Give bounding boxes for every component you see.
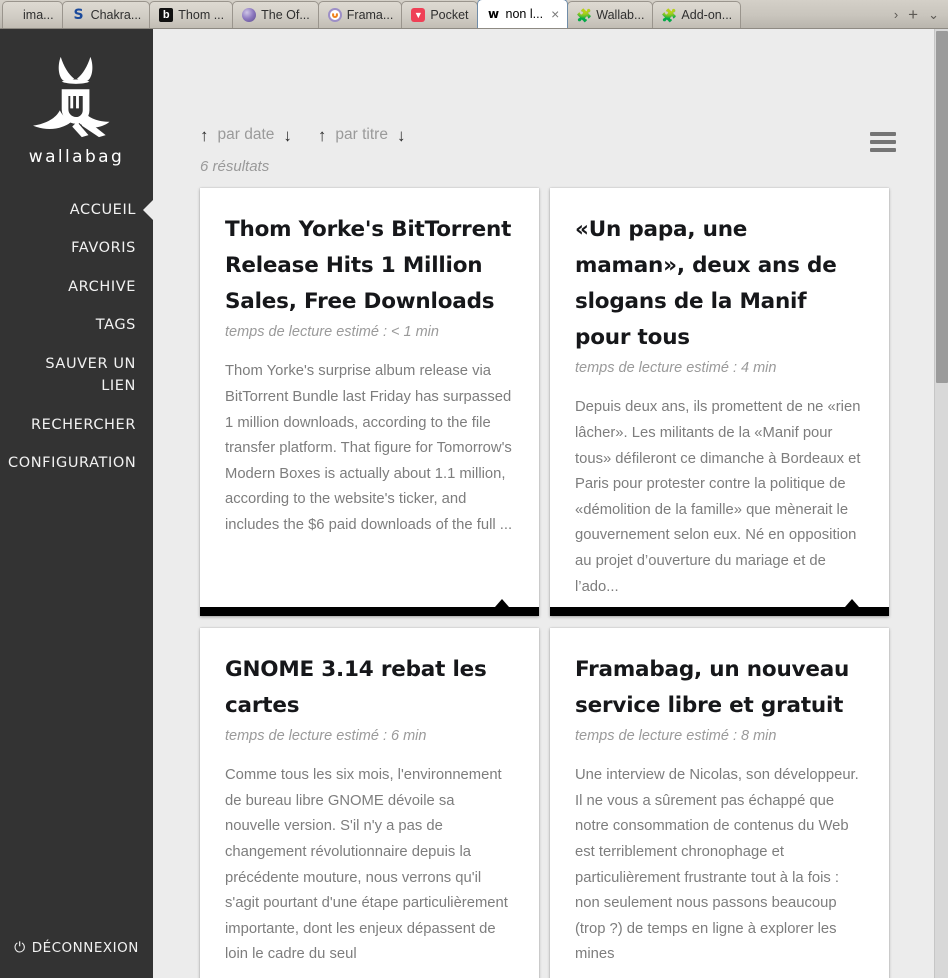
new-tab-icon[interactable]: + (908, 6, 918, 23)
sort-toolbar: ↑ par date ↓ ↑ par titre ↓ (153, 29, 934, 152)
browser-tab[interactable]: 🧩 Wallab... (567, 1, 654, 28)
sidebar-item-accueil[interactable]: ACCUEIL (0, 191, 153, 229)
entry-excerpt: Comme tous les six mois, l'environnement… (225, 767, 508, 963)
hamburger-menu-icon[interactable] (870, 132, 896, 152)
sidebar-item-sauver-un-lien[interactable]: SAUVER UN LIEN (0, 345, 153, 406)
browser-tab-label: Wallab... (596, 8, 645, 22)
sidebar-item-configuration[interactable]: CONFIGURATION (0, 444, 153, 482)
entry-title[interactable]: «Un papa, une maman», deux ans de slogan… (575, 212, 863, 356)
browser-tab[interactable]: 🧩 Add-on... (652, 1, 742, 28)
sidebar-item-label: SAUVER UN LIEN (45, 355, 136, 395)
list-all-tabs-icon[interactable]: ⌄ (928, 7, 939, 23)
entry-title[interactable]: GNOME 3.14 rebat les cartes (225, 652, 513, 724)
sidebar-item-tags[interactable]: TAGS (0, 306, 153, 344)
entry-card-list: Thom Yorke's BitTorrent Release Hits 1 M… (153, 188, 934, 978)
browser-tab[interactable]: ima... (2, 1, 63, 28)
purple-orb-icon (242, 8, 257, 22)
sidebar-item-label: RECHERCHER (30, 416, 136, 433)
sidebar-item-label: CONFIGURATION (8, 455, 137, 472)
sidebar: wallabag ACCUEIL FAVORIS ARCHIVE TAGS SAUVER… (0, 29, 153, 978)
browser-tab-active[interactable]: w non l... × (476, 0, 569, 28)
puzzle-icon: 🧩 (661, 7, 678, 23)
entry-title[interactable]: Framabag, un nouveau service libre et gr… (575, 652, 863, 724)
browser-tab[interactable]: ▼ Pocket (401, 1, 478, 28)
browser-tab-label: The Of... (261, 8, 310, 22)
results-count: 6 résultats (200, 158, 270, 175)
entry-card-footer (550, 599, 889, 616)
sort-date-asc-icon[interactable]: ↑ (200, 127, 209, 144)
browser-tab-label: Thom ... (178, 8, 225, 22)
bandcamp-b-icon: b (159, 8, 174, 22)
browser-tab-label: ima... (23, 8, 54, 22)
chakra-s-icon: S (73, 7, 84, 23)
entry-card[interactable]: GNOME 3.14 rebat les cartes temps de lect… (200, 628, 539, 978)
sidebar-item-label: ARCHIVE (68, 278, 136, 295)
sort-title-label: par titre (335, 126, 388, 143)
entry-reading-time: temps de lecture estimé : 4 min (575, 360, 777, 377)
sidebar-item-favoris[interactable]: FAVORIS (0, 229, 153, 267)
sort-date-desc-icon[interactable]: ↓ (283, 127, 292, 144)
wallabag-logo-icon (32, 56, 109, 138)
browser-tab[interactable]: b Thom ... (149, 1, 234, 28)
main-content: ↑ par date ↓ ↑ par titre ↓ 6 résultats T… (153, 29, 934, 978)
entry-excerpt: Une interview de Nicolas, son développeu… (575, 767, 859, 963)
entry-card[interactable]: Thom Yorke's BitTorrent Release Hits 1 M… (200, 188, 539, 616)
browser-tab-label: Add-on... (681, 8, 733, 22)
sidebar-item-label: TAGS (95, 317, 136, 334)
sort-title-desc-icon[interactable]: ↓ (397, 127, 406, 144)
entry-reading-time: temps de lecture estimé : 6 min (225, 728, 427, 745)
page-scrollbar[interactable] (934, 29, 948, 978)
sort-by-title: ↑ par titre ↓ (318, 126, 406, 144)
entry-card[interactable]: «Un papa, une maman», deux ans de slogan… (550, 188, 889, 616)
sort-date-label: par date (217, 126, 275, 143)
page-scrollbar-thumb[interactable] (936, 31, 948, 383)
power-icon: ⏻ (14, 940, 26, 956)
sidebar-item-label: ACCUEIL (69, 202, 136, 218)
sidebar-logo[interactable]: wallabag (0, 29, 153, 167)
tabstrip-controls: › + ⌄ (886, 6, 948, 28)
browser-tab-label: non l... (505, 7, 544, 21)
entry-reading-time: temps de lecture estimé : < 1 min (225, 324, 439, 341)
sidebar-logo-text: wallabag (28, 147, 125, 167)
entry-excerpt: Thom Yorke's surprise album release via … (225, 363, 513, 533)
sort-by-date: ↑ par date ↓ (200, 126, 292, 144)
puzzle-icon: 🧩 (576, 7, 593, 23)
entry-card-footer (200, 599, 539, 616)
entry-reading-time: temps de lecture estimé : 8 min (575, 728, 777, 745)
sidebar-item-archive[interactable]: ARCHIVE (0, 268, 153, 306)
scroll-tabs-right-icon[interactable]: › (894, 7, 898, 22)
entry-card[interactable]: Framabag, un nouveau service libre et gr… (550, 628, 889, 978)
close-icon[interactable]: × (551, 7, 559, 21)
logout-label: DÉCONNEXION (31, 940, 139, 956)
sidebar-item-label: FAVORIS (71, 240, 136, 257)
logout-button[interactable]: ⏻ DÉCONNEXION (0, 940, 153, 956)
wallabag-w-icon: w (487, 7, 500, 21)
sidebar-nav: ACCUEIL FAVORIS ARCHIVE TAGS SAUVER UN LIEN R… (0, 191, 153, 483)
browser-tab[interactable]: The Of... (232, 1, 319, 28)
browser-tab[interactable]: Frama... (317, 1, 403, 28)
entry-excerpt: Depuis deux ans, ils promettent de ne «r… (575, 399, 861, 595)
sidebar-item-rechercher[interactable]: RECHERCHER (0, 406, 153, 444)
entry-title[interactable]: Thom Yorke's BitTorrent Release Hits 1 M… (225, 212, 513, 320)
pocket-icon: ▼ (411, 8, 426, 22)
sort-title-asc-icon[interactable]: ↑ (318, 127, 327, 144)
framasoft-circle-icon (327, 8, 342, 22)
browser-tab-label: Frama... (346, 8, 394, 22)
browser-tab-label: Pocket (430, 8, 469, 22)
browser-tab-label: Chakra... (90, 8, 142, 22)
browser-tab-strip: ‹ ima...SChakra...bThom ...The Of...Fram… (0, 0, 948, 29)
browser-tab[interactable]: S Chakra... (61, 1, 151, 28)
